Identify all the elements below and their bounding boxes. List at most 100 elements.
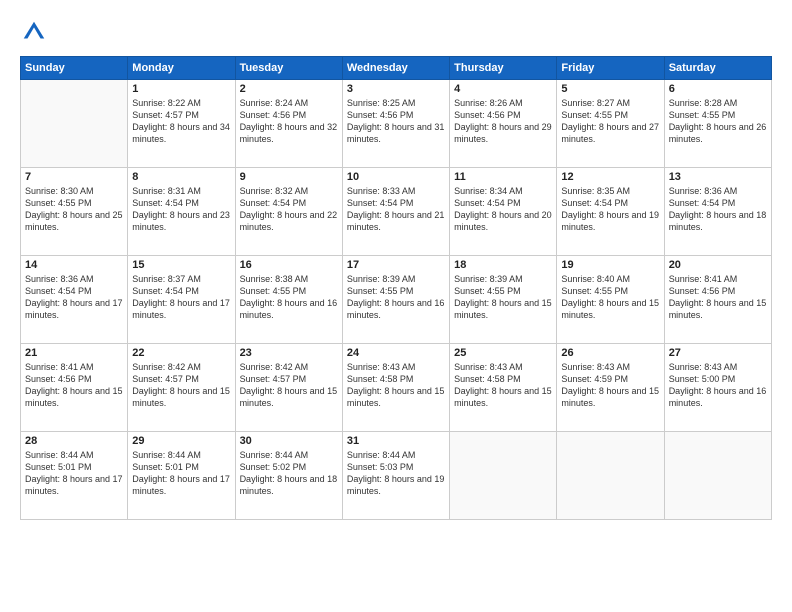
day-info: Sunrise: 8:43 AM Sunset: 4:59 PM Dayligh… — [561, 361, 659, 410]
calendar-cell: 2 Sunrise: 8:24 AM Sunset: 4:56 PM Dayli… — [235, 80, 342, 168]
day-info: Sunrise: 8:41 AM Sunset: 4:56 PM Dayligh… — [669, 273, 767, 322]
header — [20, 18, 772, 46]
day-number: 13 — [669, 171, 767, 183]
calendar-cell: 14 Sunrise: 8:36 AM Sunset: 4:54 PM Dayl… — [21, 256, 128, 344]
sunset-label: Sunset: 4:54 PM — [347, 198, 414, 208]
day-info: Sunrise: 8:39 AM Sunset: 4:55 PM Dayligh… — [347, 273, 445, 322]
daylight-label: Daylight: 8 hours and 29 minutes. — [454, 122, 552, 144]
sunset-label: Sunset: 4:57 PM — [132, 110, 199, 120]
day-number: 24 — [347, 347, 445, 359]
sunrise-label: Sunrise: 8:28 AM — [669, 98, 738, 108]
weekday-header: Friday — [557, 57, 664, 80]
daylight-label: Daylight: 8 hours and 34 minutes. — [132, 122, 230, 144]
day-number: 30 — [240, 435, 338, 447]
day-number: 29 — [132, 435, 230, 447]
logo — [20, 18, 52, 46]
sunrise-label: Sunrise: 8:24 AM — [240, 98, 309, 108]
sunset-label: Sunset: 5:00 PM — [669, 374, 736, 384]
calendar-cell: 9 Sunrise: 8:32 AM Sunset: 4:54 PM Dayli… — [235, 168, 342, 256]
weekday-header-row: SundayMondayTuesdayWednesdayThursdayFrid… — [21, 57, 772, 80]
sunset-label: Sunset: 5:01 PM — [25, 462, 92, 472]
calendar-cell: 19 Sunrise: 8:40 AM Sunset: 4:55 PM Dayl… — [557, 256, 664, 344]
day-number: 14 — [25, 259, 123, 271]
calendar-cell: 27 Sunrise: 8:43 AM Sunset: 5:00 PM Dayl… — [664, 344, 771, 432]
daylight-label: Daylight: 8 hours and 16 minutes. — [347, 298, 445, 320]
calendar-cell: 3 Sunrise: 8:25 AM Sunset: 4:56 PM Dayli… — [342, 80, 449, 168]
calendar-week-row: 7 Sunrise: 8:30 AM Sunset: 4:55 PM Dayli… — [21, 168, 772, 256]
sunrise-label: Sunrise: 8:22 AM — [132, 98, 201, 108]
day-number: 23 — [240, 347, 338, 359]
daylight-label: Daylight: 8 hours and 15 minutes. — [25, 386, 123, 408]
day-info: Sunrise: 8:35 AM Sunset: 4:54 PM Dayligh… — [561, 185, 659, 234]
daylight-label: Daylight: 8 hours and 21 minutes. — [347, 210, 445, 232]
calendar-cell: 31 Sunrise: 8:44 AM Sunset: 5:03 PM Dayl… — [342, 432, 449, 520]
page: SundayMondayTuesdayWednesdayThursdayFrid… — [0, 0, 792, 612]
sunset-label: Sunset: 4:55 PM — [25, 198, 92, 208]
daylight-label: Daylight: 8 hours and 15 minutes. — [132, 386, 230, 408]
daylight-label: Daylight: 8 hours and 15 minutes. — [669, 298, 767, 320]
daylight-label: Daylight: 8 hours and 26 minutes. — [669, 122, 767, 144]
weekday-header: Tuesday — [235, 57, 342, 80]
day-info: Sunrise: 8:44 AM Sunset: 5:01 PM Dayligh… — [25, 449, 123, 498]
daylight-label: Daylight: 8 hours and 18 minutes. — [240, 474, 338, 496]
day-number: 21 — [25, 347, 123, 359]
calendar-cell: 25 Sunrise: 8:43 AM Sunset: 4:58 PM Dayl… — [450, 344, 557, 432]
sunrise-label: Sunrise: 8:26 AM — [454, 98, 523, 108]
day-number: 31 — [347, 435, 445, 447]
day-info: Sunrise: 8:43 AM Sunset: 4:58 PM Dayligh… — [454, 361, 552, 410]
day-number: 9 — [240, 171, 338, 183]
weekday-header: Monday — [128, 57, 235, 80]
calendar-cell: 29 Sunrise: 8:44 AM Sunset: 5:01 PM Dayl… — [128, 432, 235, 520]
daylight-label: Daylight: 8 hours and 16 minutes. — [240, 298, 338, 320]
daylight-label: Daylight: 8 hours and 15 minutes. — [454, 298, 552, 320]
calendar-cell — [450, 432, 557, 520]
sunrise-label: Sunrise: 8:34 AM — [454, 186, 523, 196]
sunset-label: Sunset: 4:54 PM — [132, 286, 199, 296]
day-info: Sunrise: 8:43 AM Sunset: 5:00 PM Dayligh… — [669, 361, 767, 410]
day-number: 25 — [454, 347, 552, 359]
day-info: Sunrise: 8:32 AM Sunset: 4:54 PM Dayligh… — [240, 185, 338, 234]
calendar-cell: 8 Sunrise: 8:31 AM Sunset: 4:54 PM Dayli… — [128, 168, 235, 256]
sunrise-label: Sunrise: 8:44 AM — [347, 450, 416, 460]
calendar-week-row: 14 Sunrise: 8:36 AM Sunset: 4:54 PM Dayl… — [21, 256, 772, 344]
sunrise-label: Sunrise: 8:37 AM — [132, 274, 201, 284]
day-number: 28 — [25, 435, 123, 447]
day-info: Sunrise: 8:44 AM Sunset: 5:01 PM Dayligh… — [132, 449, 230, 498]
day-info: Sunrise: 8:37 AM Sunset: 4:54 PM Dayligh… — [132, 273, 230, 322]
sunset-label: Sunset: 4:55 PM — [240, 286, 307, 296]
sunrise-label: Sunrise: 8:43 AM — [669, 362, 738, 372]
sunrise-label: Sunrise: 8:40 AM — [561, 274, 630, 284]
sunset-label: Sunset: 4:54 PM — [25, 286, 92, 296]
sunset-label: Sunset: 4:56 PM — [454, 110, 521, 120]
sunrise-label: Sunrise: 8:42 AM — [132, 362, 201, 372]
day-number: 10 — [347, 171, 445, 183]
calendar-cell: 30 Sunrise: 8:44 AM Sunset: 5:02 PM Dayl… — [235, 432, 342, 520]
day-info: Sunrise: 8:41 AM Sunset: 4:56 PM Dayligh… — [25, 361, 123, 410]
day-number: 11 — [454, 171, 552, 183]
sunrise-label: Sunrise: 8:43 AM — [561, 362, 630, 372]
day-info: Sunrise: 8:40 AM Sunset: 4:55 PM Dayligh… — [561, 273, 659, 322]
calendar-cell: 6 Sunrise: 8:28 AM Sunset: 4:55 PM Dayli… — [664, 80, 771, 168]
daylight-label: Daylight: 8 hours and 17 minutes. — [25, 474, 123, 496]
sunset-label: Sunset: 4:55 PM — [347, 286, 414, 296]
day-number: 26 — [561, 347, 659, 359]
day-number: 17 — [347, 259, 445, 271]
daylight-label: Daylight: 8 hours and 23 minutes. — [132, 210, 230, 232]
daylight-label: Daylight: 8 hours and 15 minutes. — [561, 298, 659, 320]
day-info: Sunrise: 8:34 AM Sunset: 4:54 PM Dayligh… — [454, 185, 552, 234]
sunrise-label: Sunrise: 8:38 AM — [240, 274, 309, 284]
day-number: 15 — [132, 259, 230, 271]
day-number: 12 — [561, 171, 659, 183]
calendar-week-row: 28 Sunrise: 8:44 AM Sunset: 5:01 PM Dayl… — [21, 432, 772, 520]
day-number: 22 — [132, 347, 230, 359]
calendar-cell: 21 Sunrise: 8:41 AM Sunset: 4:56 PM Dayl… — [21, 344, 128, 432]
day-info: Sunrise: 8:22 AM Sunset: 4:57 PM Dayligh… — [132, 97, 230, 146]
daylight-label: Daylight: 8 hours and 20 minutes. — [454, 210, 552, 232]
weekday-header: Thursday — [450, 57, 557, 80]
sunset-label: Sunset: 4:56 PM — [240, 110, 307, 120]
calendar-cell: 1 Sunrise: 8:22 AM Sunset: 4:57 PM Dayli… — [128, 80, 235, 168]
sunrise-label: Sunrise: 8:39 AM — [454, 274, 523, 284]
day-info: Sunrise: 8:26 AM Sunset: 4:56 PM Dayligh… — [454, 97, 552, 146]
sunrise-label: Sunrise: 8:35 AM — [561, 186, 630, 196]
day-info: Sunrise: 8:43 AM Sunset: 4:58 PM Dayligh… — [347, 361, 445, 410]
